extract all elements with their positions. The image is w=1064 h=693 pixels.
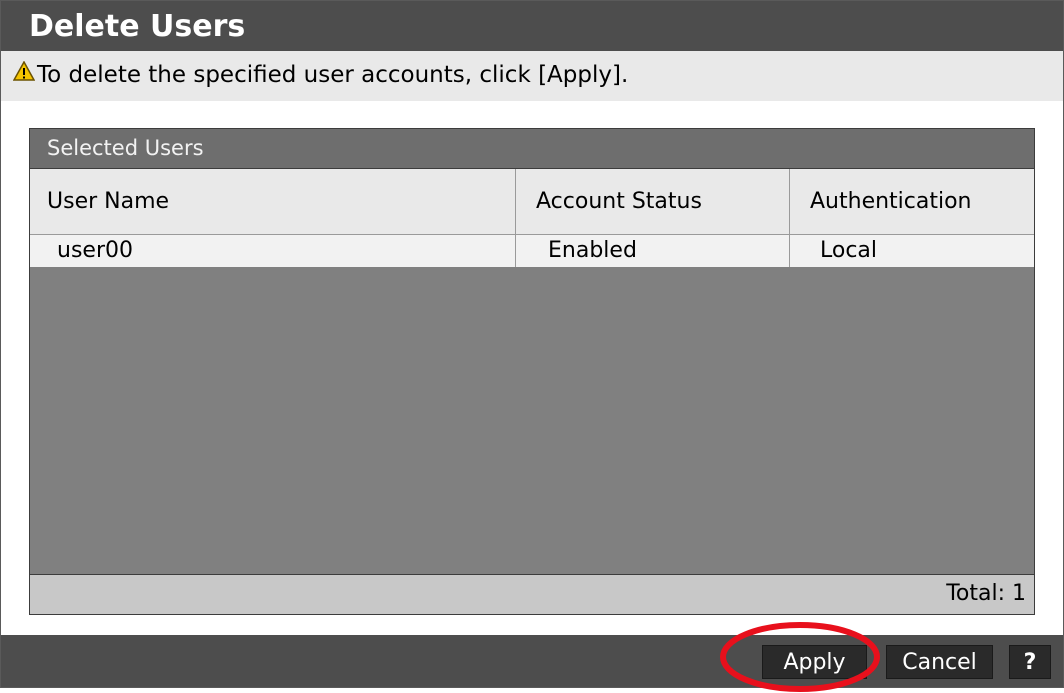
cell-user-name: user00: [57, 238, 133, 263]
cell-account-status: Enabled: [515, 235, 789, 267]
instruction-message: To delete the specified user accounts, c…: [37, 62, 629, 88]
total-count: Total: 1: [946, 581, 1026, 606]
dialog-title: Delete Users: [29, 9, 246, 44]
panel-header: Selected Users: [30, 129, 1034, 169]
table-header: User Name Account Status Authentication: [30, 169, 1034, 235]
cancel-button[interactable]: Cancel: [886, 645, 993, 679]
warning-triangle-icon: [13, 61, 35, 81]
selected-users-panel: Selected Users User Name Account Status …: [29, 128, 1035, 615]
delete-users-dialog: Delete Users To delete the specified use…: [0, 0, 1064, 692]
title-bar: Delete Users: [1, 1, 1063, 51]
apply-button[interactable]: Apply: [762, 645, 867, 679]
column-header-authentication[interactable]: Authentication: [789, 169, 1034, 235]
column-header-user-name[interactable]: User Name: [30, 169, 515, 235]
help-button[interactable]: ?: [1009, 645, 1051, 679]
cell-authentication: Local: [789, 235, 1034, 267]
table-row[interactable]: user00 Enabled Local: [30, 235, 1034, 267]
table-footer: Total: 1: [30, 574, 1034, 614]
column-header-account-status[interactable]: Account Status: [515, 169, 789, 235]
panel-title: Selected Users: [47, 136, 204, 160]
